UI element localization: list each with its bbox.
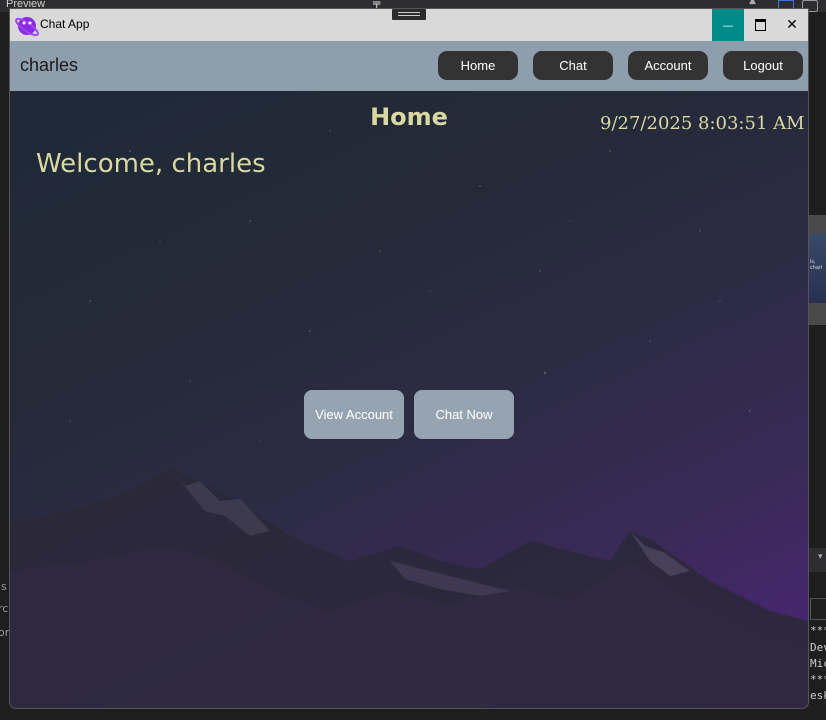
minimize-button[interactable]: — bbox=[712, 9, 744, 41]
close-button[interactable]: ✕ bbox=[776, 9, 808, 41]
close-icon: ✕ bbox=[786, 17, 798, 33]
drag-handle[interactable] bbox=[392, 9, 426, 20]
mountain-landscape-background bbox=[10, 469, 808, 708]
nav-bar: charles Home Chat Account Logout bbox=[10, 41, 808, 91]
planet-logo-icon bbox=[15, 17, 39, 37]
scroll-up-icon[interactable]: ▲ bbox=[749, 0, 756, 6]
ide-output-panel: ▾ *** Dev Mic *** eskt bbox=[808, 548, 826, 720]
chevron-down-icon[interactable]: ▾ bbox=[818, 552, 823, 562]
output-line: eskt bbox=[810, 689, 826, 702]
nav-username: charles bbox=[20, 55, 79, 75]
nav-chat-button[interactable]: Chat bbox=[533, 51, 613, 80]
output-panel-header: ▾ bbox=[808, 548, 826, 572]
chat-now-button[interactable]: Chat Now bbox=[414, 390, 514, 439]
thumbnail-image: ls, charl bbox=[808, 233, 826, 303]
left-panel-text: ls bbox=[0, 580, 7, 593]
maximize-icon bbox=[754, 19, 766, 31]
output-dropdown[interactable] bbox=[810, 598, 826, 620]
welcome-message: Welcome, charles bbox=[36, 149, 266, 179]
minimize-icon: — bbox=[722, 18, 734, 32]
ide-side-thumbnail: ls, charl bbox=[808, 215, 826, 325]
output-line: Dev bbox=[810, 641, 826, 654]
home-page-content: Home 9/27/2025 8:03:51 AM Welcome, charl… bbox=[10, 91, 808, 708]
output-line: *** bbox=[810, 624, 826, 637]
window-title: Chat App bbox=[40, 17, 90, 31]
left-panel-text: rc bbox=[0, 602, 9, 615]
nav-account-button[interactable]: Account bbox=[628, 51, 708, 80]
current-datetime: 9/27/2025 8:03:51 AM bbox=[600, 113, 805, 134]
title-bar[interactable]: Chat App — ✕ bbox=[10, 9, 808, 41]
nav-home-button[interactable]: Home bbox=[438, 51, 518, 80]
ide-left-panel: ls rc on bbox=[0, 548, 12, 720]
view-account-button[interactable]: View Account bbox=[304, 390, 404, 439]
nav-logout-button[interactable]: Logout bbox=[723, 51, 803, 80]
maximize-button[interactable] bbox=[744, 9, 776, 41]
output-line: *** bbox=[810, 673, 826, 686]
output-line: Mic bbox=[810, 657, 826, 670]
chat-app-window: Chat App — ✕ charles Home Chat Account L… bbox=[10, 9, 808, 708]
